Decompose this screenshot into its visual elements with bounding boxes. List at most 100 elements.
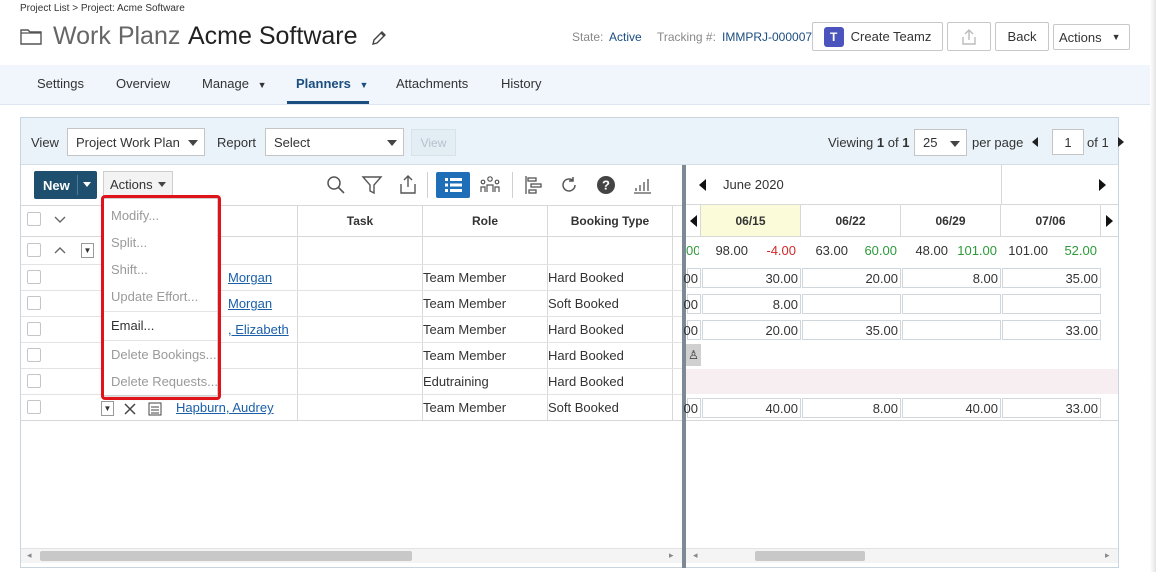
row-booking-type: Hard Booked	[548, 374, 624, 389]
help-icon[interactable]: ?	[595, 174, 617, 196]
tab-overview[interactable]: Overview	[116, 76, 170, 91]
chevron-up-icon[interactable]	[53, 245, 67, 255]
view-button[interactable]: View	[411, 129, 456, 156]
chart-icon[interactable]	[631, 174, 653, 196]
row-checkbox[interactable]	[27, 374, 41, 388]
row-checkbox[interactable]	[27, 322, 41, 336]
hours-cell[interactable]: 8.00	[902, 268, 1001, 288]
hours-cell[interactable]: 33.00	[1002, 398, 1101, 418]
export-icon[interactable]	[397, 174, 419, 196]
resource-name-link[interactable]: Morgan	[228, 296, 272, 311]
hours-cell[interactable]: 20.00	[802, 268, 901, 288]
share-button[interactable]	[947, 22, 991, 51]
tab-settings[interactable]: Settings	[37, 76, 84, 91]
resources-icon[interactable]	[479, 174, 501, 196]
create-teams-button[interactable]: T Create Teamz	[812, 22, 943, 51]
svg-text:?: ?	[602, 178, 610, 193]
hours-cell[interactable]: 33.00	[1002, 320, 1101, 340]
hours-cell[interactable]: 35.00	[1002, 268, 1101, 288]
right-scroll-thumb[interactable]	[755, 551, 865, 561]
chevron-down-icon: ▼	[257, 80, 267, 90]
edit-pencil-icon[interactable]	[370, 29, 388, 47]
refresh-icon[interactable]	[558, 174, 580, 196]
stamp-icon[interactable]: ♙	[686, 344, 701, 366]
hours-cell[interactable]: 40.00	[902, 398, 1001, 418]
view-select[interactable]: Project Work Plan	[67, 128, 205, 156]
prev-week-icon[interactable]	[689, 214, 697, 227]
scroll-right-icon[interactable]: ▸	[669, 550, 674, 561]
header-actions-dropdown[interactable]: Actions ▼	[1053, 24, 1130, 50]
hours-cell[interactable]: 8.00	[802, 398, 901, 418]
grid-actions-button[interactable]: Actions	[103, 171, 173, 198]
tab-manage[interactable]: Manage ▼	[202, 76, 267, 91]
resource-name-link[interactable]: Hapburn, Audrey	[176, 400, 274, 415]
hours-cell[interactable]: 35.00	[802, 320, 901, 340]
row-booking-type: Hard Booked	[548, 322, 624, 337]
column-header-task[interactable]: Task	[298, 214, 422, 228]
hours-cell[interactable]: 20.00	[702, 320, 801, 340]
breadcrumb[interactable]: Project List > Project: Acme Software	[20, 3, 185, 14]
collapse-all-icon[interactable]	[53, 215, 67, 225]
list-view-toggle[interactable]	[436, 172, 470, 198]
row-checkbox[interactable]	[27, 348, 41, 362]
page-number-input[interactable]: 1	[1052, 129, 1084, 155]
row-checkbox[interactable]	[27, 270, 41, 284]
hours-cell[interactable]: 00	[684, 268, 701, 288]
group-checkbox[interactable]	[27, 243, 41, 257]
week-header: 06/29	[901, 205, 1001, 237]
hours-cell[interactable]	[802, 294, 901, 314]
select-all-checkbox[interactable]	[27, 212, 41, 226]
hours-cell[interactable]	[902, 320, 1001, 340]
tab-history[interactable]: History	[501, 76, 541, 91]
chevron-down-icon	[83, 182, 91, 187]
week-header: 06/15	[701, 205, 801, 237]
tracking-value: IMMPRJ-000007	[722, 30, 813, 44]
tab-planners[interactable]: Planners ▼	[296, 76, 368, 91]
calendar-month-label: June 2020	[723, 177, 784, 192]
column-header-booking-type[interactable]: Booking Type	[548, 214, 672, 228]
report-select[interactable]: Select	[265, 128, 404, 156]
chevron-down-icon	[157, 182, 166, 187]
filter-icon[interactable]	[361, 174, 383, 196]
tab-attachments[interactable]: Attachments	[396, 76, 468, 91]
group-menu-dropdown[interactable]: ▼	[81, 243, 94, 258]
chevron-down-icon	[387, 140, 397, 146]
row-menu-dropdown[interactable]: ▼	[101, 401, 114, 416]
resource-name-link[interactable]: Morgan	[228, 270, 272, 285]
state-label: State:	[572, 30, 604, 44]
details-icon[interactable]	[147, 401, 163, 417]
scroll-left-icon[interactable]: ◂	[27, 550, 32, 561]
column-header-role[interactable]: Role	[423, 214, 547, 228]
prev-month-icon[interactable]	[699, 179, 706, 191]
scroll-left-icon[interactable]: ◂	[693, 550, 698, 561]
resource-name-link[interactable]: , Elizabeth	[228, 322, 289, 337]
tools-icon[interactable]	[122, 401, 138, 417]
left-scroll-thumb[interactable]	[40, 551, 412, 561]
active-tab-indicator	[287, 101, 369, 104]
hours-cell[interactable]: 40.00	[702, 398, 801, 418]
search-icon[interactable]	[325, 174, 347, 196]
hours-cell[interactable]: 00	[684, 294, 701, 314]
summary-variance: 60.00	[864, 243, 897, 258]
back-button[interactable]: Back	[995, 22, 1049, 51]
next-month-icon[interactable]	[1099, 179, 1106, 191]
new-button-label: New	[43, 177, 70, 193]
row-checkbox[interactable]	[27, 400, 41, 414]
hours-cell[interactable]: 00	[684, 320, 701, 340]
per-page-select[interactable]: 25	[914, 129, 967, 156]
viewing-of: of	[887, 135, 899, 150]
prev-page-icon[interactable]	[1032, 137, 1038, 147]
row-checkbox[interactable]	[27, 296, 41, 310]
hours-cell[interactable]	[902, 294, 1001, 314]
hours-cell[interactable]	[1002, 294, 1101, 314]
hours-cell[interactable]: 00	[684, 398, 701, 418]
right-horizontal-scrollbar[interactable]	[686, 548, 1118, 563]
hours-cell[interactable]: 30.00	[702, 268, 801, 288]
next-week-icon[interactable]	[1106, 214, 1113, 227]
new-button[interactable]: New	[34, 171, 97, 199]
hours-cell[interactable]: 8.00	[702, 294, 801, 314]
scroll-right-icon[interactable]: ▸	[1105, 550, 1110, 561]
next-page-icon[interactable]	[1118, 137, 1124, 147]
gantt-icon[interactable]	[523, 174, 545, 196]
share-icon	[962, 28, 976, 45]
